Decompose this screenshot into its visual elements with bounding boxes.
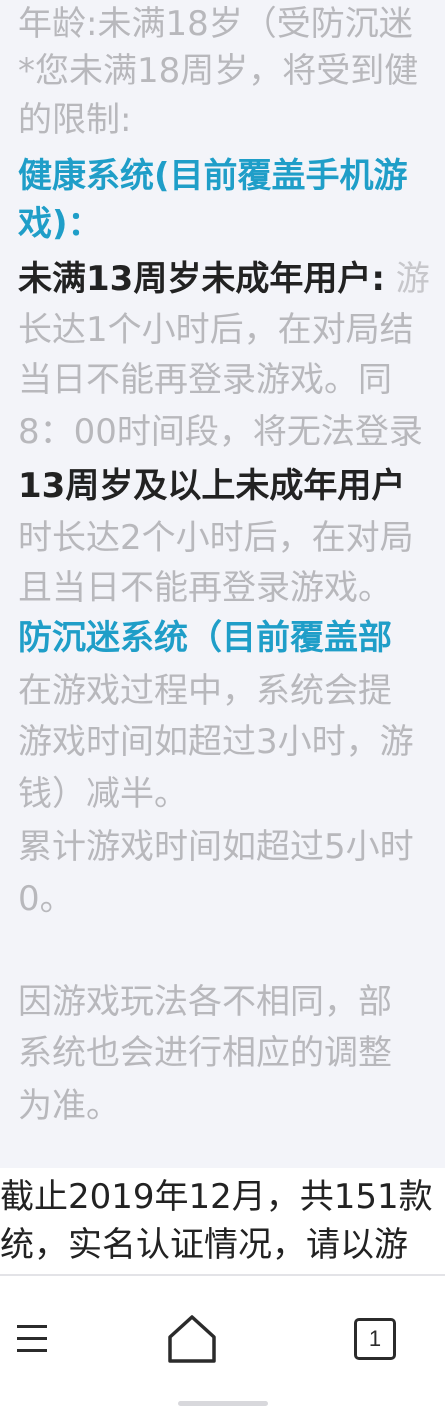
anti-addiction-detail: 0。 (18, 879, 74, 919)
anti-addiction-detail: 累计游戏时间如超过5小时 (18, 827, 414, 867)
under13-heading: 未满13周岁未成年用户: (18, 259, 385, 299)
under13-detail: 当日不能再登录游戏。同 (18, 360, 392, 400)
over13-heading: 13周岁及以上未成年用户 (18, 466, 406, 506)
note-text: 因游戏玩法各不相同，部 (18, 982, 392, 1022)
under13-detail: 长达1个小时后，在对局结 (18, 310, 414, 350)
browser-bottom-bar: 1 (0, 1276, 445, 1422)
home-icon (168, 1315, 216, 1363)
menu-button[interactable] (0, 1304, 70, 1374)
gesture-indicator (178, 1401, 268, 1406)
notice-line: 的限制: (18, 100, 132, 140)
tab-count: 1 (354, 1318, 396, 1360)
anti-addiction-detail: 游戏时间如超过3小时，游 (18, 722, 414, 762)
over13-detail: 时长达2个小时后，在对局 (18, 518, 414, 558)
tabs-button[interactable]: 1 (340, 1304, 410, 1374)
footer-line: 截止2019年12月，共151款 (0, 1177, 433, 1217)
age-info: 年龄:未满18岁（受防沉迷 (18, 4, 413, 44)
under13-detail: 8：00时间段，将无法登录 (18, 412, 423, 452)
notice-line: *您未满18周岁，将受到健 (18, 51, 419, 91)
footer-summary: 截止2019年12月，共151款 统，实名认证情况，请以游 (0, 1168, 445, 1274)
anti-addiction-detail: 钱）减半。 (18, 774, 188, 814)
under13-tail: 游 (395, 259, 430, 299)
webview-page: 年龄:未满18岁（受防沉迷 *您未满18周岁，将受到健 的限制: 健康系统(目前… (0, 0, 445, 1422)
under13-rule: 未满13周岁未成年用户: 游 (18, 258, 430, 300)
note-text: 系统也会进行相应的调整 (18, 1033, 392, 1073)
anti-addiction-notice: 年龄:未满18岁（受防沉迷 *您未满18周岁，将受到健 的限制: 健康系统(目前… (0, 0, 445, 1168)
anti-addiction-title: 防沉迷系统（目前覆盖部 (18, 618, 392, 658)
anti-addiction-detail: 在游戏过程中，系统会提 (18, 671, 392, 711)
note-text: 为准。 (18, 1086, 120, 1126)
health-system-title: 健康系统(目前覆盖手机游 (18, 156, 408, 196)
menu-icon (17, 1325, 47, 1352)
over13-detail: 且当日不能再登录游戏。 (18, 568, 392, 608)
footer-line: 统，实名认证情况，请以游 (0, 1225, 408, 1265)
home-button[interactable] (157, 1304, 227, 1374)
health-system-title-cont: 戏)： (18, 204, 102, 244)
